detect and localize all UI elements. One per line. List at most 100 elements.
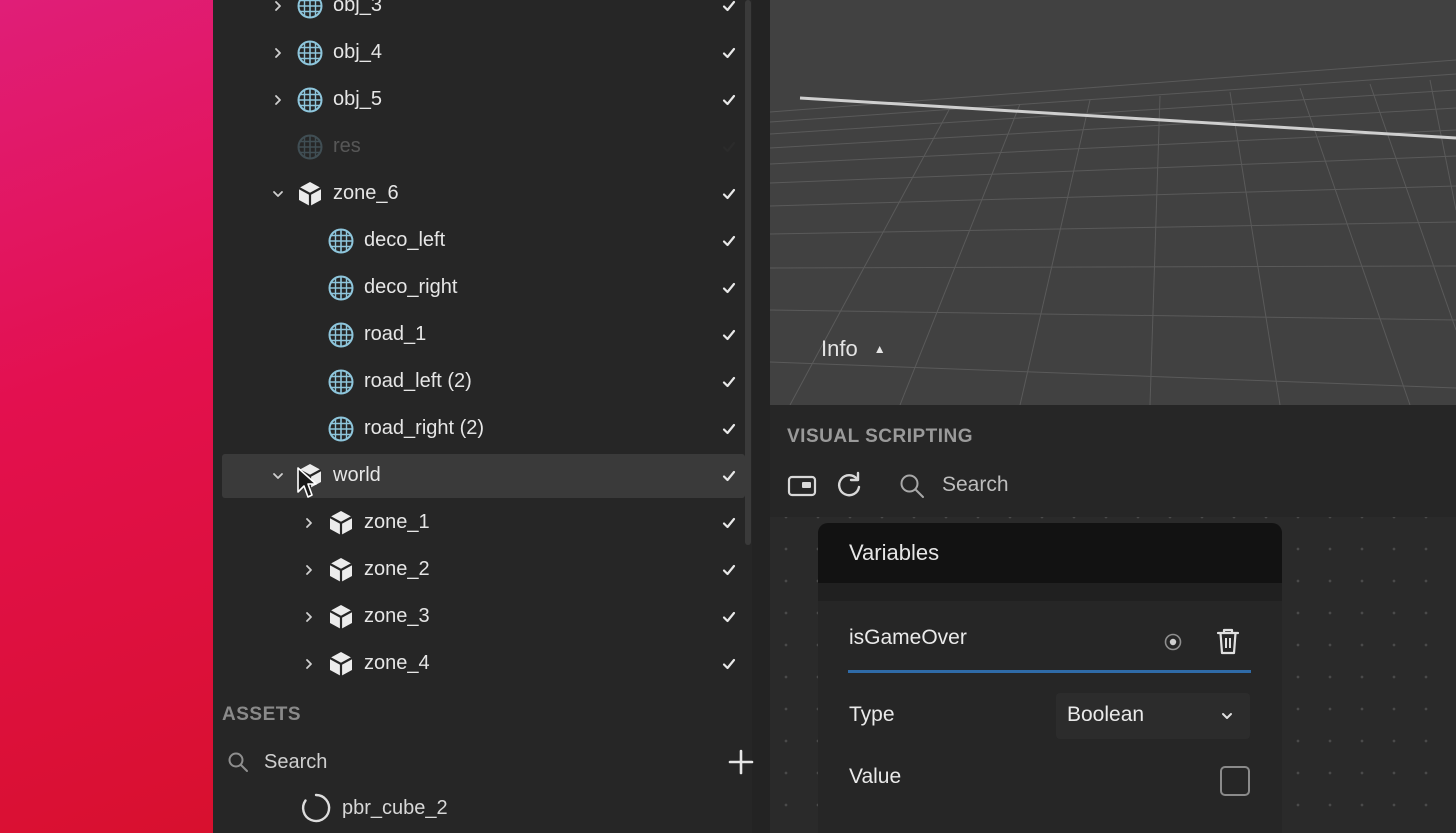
tree-item[interactable]: zone_1: [222, 501, 745, 545]
tree-item[interactable]: res: [222, 125, 745, 169]
tree-item-label: obj_3: [333, 0, 382, 16]
variables-card-divider: [818, 583, 1282, 601]
caret-up-icon: ▲: [873, 342, 886, 356]
tree-item[interactable]: obj_4: [222, 31, 745, 75]
mouse-cursor-icon: [297, 467, 317, 498]
mesh-icon: [327, 227, 355, 255]
chevron-right-icon[interactable]: [271, 93, 285, 107]
tree-item-label: res: [333, 135, 361, 157]
chevron-down-icon[interactable]: [271, 469, 285, 483]
prefab-icon: [327, 509, 355, 537]
radio-dot-icon[interactable]: [1163, 632, 1183, 652]
chevron-right-icon[interactable]: [302, 657, 316, 671]
tree-item-label: world: [333, 464, 381, 486]
type-select-value: Boolean: [1067, 703, 1145, 726]
chevron-down-icon: [1222, 713, 1232, 719]
tree-item-label: zone_6: [333, 182, 399, 204]
prefab-icon: [296, 180, 324, 208]
mesh-icon: [296, 39, 324, 67]
mesh-icon: [327, 321, 355, 349]
variable-name-underline: [848, 670, 1251, 673]
panel-toggle-icon[interactable]: [787, 470, 817, 500]
chevron-right-icon[interactable]: [302, 610, 316, 624]
tree-item-label: zone_4: [364, 652, 430, 674]
tree-item-label: road_left (2): [364, 370, 472, 392]
type-select[interactable]: Boolean: [1056, 693, 1250, 739]
tree-item-label: zone_3: [364, 605, 430, 627]
mesh-icon: [296, 86, 324, 114]
info-toggle[interactable]: Info ▲: [821, 336, 886, 362]
mesh-icon: [296, 133, 324, 161]
tree-item-label: road_right (2): [364, 417, 485, 439]
info-label: Info: [821, 336, 858, 361]
visibility-check-icon[interactable]: [721, 562, 737, 578]
visibility-check-icon[interactable]: [721, 609, 737, 625]
add-asset-icon[interactable]: [728, 749, 754, 775]
visibility-check-icon[interactable]: [721, 280, 737, 296]
visibility-check-icon[interactable]: [721, 0, 737, 14]
asset-item-label: pbr_cube_2: [342, 796, 448, 819]
variable-name-field[interactable]: isGameOver: [849, 626, 967, 650]
assets-search[interactable]: Search: [226, 746, 756, 778]
tree-item[interactable]: road_left (2): [222, 360, 745, 404]
tree-item-label: obj_4: [333, 41, 382, 63]
visibility-check-icon[interactable]: [721, 468, 737, 484]
tree-item[interactable]: deco_right: [222, 266, 745, 310]
visibility-check-icon[interactable]: [721, 45, 737, 61]
visibility-check-icon[interactable]: [721, 186, 737, 202]
tree-item[interactable]: road_right (2): [222, 407, 745, 451]
prefab-icon: [327, 556, 355, 584]
search-icon: [228, 752, 248, 772]
visibility-check-icon[interactable]: [721, 421, 737, 437]
tree-item-label: zone_2: [364, 558, 430, 580]
mesh-icon: [327, 368, 355, 396]
tree-item-label: road_1: [364, 323, 427, 345]
mesh-icon: [296, 0, 324, 20]
chevron-right-icon[interactable]: [271, 46, 285, 60]
trash-icon[interactable]: [1214, 626, 1242, 656]
prefab-icon: [327, 603, 355, 631]
variables-card-header: Variables: [818, 523, 1282, 583]
tree-item[interactable]: zone_2: [222, 548, 745, 592]
mesh-icon: [327, 274, 355, 302]
chevron-right-icon[interactable]: [302, 563, 316, 577]
visibility-check-icon[interactable]: [721, 92, 737, 108]
tree-item[interactable]: road_1: [222, 313, 745, 357]
tree-item[interactable]: zone_6: [222, 172, 745, 216]
panel-divider[interactable]: [752, 0, 770, 833]
tree-item[interactable]: zone_4: [222, 642, 745, 686]
assets-header: ASSETS: [222, 704, 302, 725]
tree-item-label: deco_right: [364, 276, 458, 298]
search-icon[interactable]: [897, 471, 927, 501]
variables-card-title: Variables: [849, 540, 940, 565]
visibility-check-icon[interactable]: [721, 139, 737, 155]
tree-item[interactable]: zone_3: [222, 595, 745, 639]
type-label: Type: [849, 703, 895, 726]
tree-item[interactable]: deco_left: [222, 219, 745, 263]
tree-item-label: zone_1: [364, 511, 430, 533]
asset-item[interactable]: pbr_cube_2: [300, 792, 448, 824]
visibility-check-icon[interactable]: [721, 233, 737, 249]
tree-item[interactable]: obj_5: [222, 78, 745, 122]
prefab-icon: [327, 650, 355, 678]
value-label: Value: [849, 765, 902, 788]
assets-search-label: Search: [264, 750, 328, 773]
visibility-check-icon[interactable]: [721, 327, 737, 343]
desktop-background: [0, 0, 213, 833]
visual-scripting-title: VISUAL SCRIPTING: [787, 426, 974, 447]
visual-scripting-search[interactable]: Search: [942, 473, 1009, 497]
chevron-right-icon[interactable]: [302, 516, 316, 530]
visibility-check-icon[interactable]: [721, 656, 737, 672]
material-icon: [301, 793, 331, 823]
chevron-right-icon[interactable]: [271, 0, 285, 13]
tree-item-label: obj_5: [333, 88, 382, 110]
value-checkbox[interactable]: [1220, 766, 1250, 796]
tree-item-label: deco_left: [364, 229, 446, 251]
visibility-check-icon[interactable]: [721, 374, 737, 390]
chevron-down-icon[interactable]: [271, 187, 285, 201]
tree-item[interactable]: obj_3: [222, 0, 745, 28]
visual-scripting-toolbar: [770, 405, 1456, 517]
refresh-icon[interactable]: [834, 470, 864, 500]
hierarchy-scrollbar[interactable]: [745, 0, 751, 545]
visibility-check-icon[interactable]: [721, 515, 737, 531]
